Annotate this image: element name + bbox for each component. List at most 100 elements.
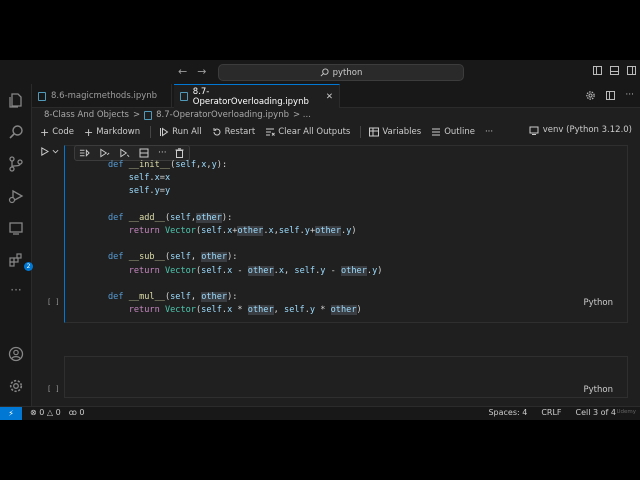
account-icon[interactable]: [6, 344, 26, 364]
editor-tabs: 8.6-magicmethods.ipynb 8.7-OperatorOverl…: [32, 84, 640, 108]
tab-magicmethods[interactable]: 8.6-magicmethods.ipynb: [32, 84, 172, 108]
remote-explorer-icon[interactable]: [6, 218, 26, 238]
tab-operatoroverloading[interactable]: 8.7-OperatorOverloading.ipynb ✕: [174, 84, 340, 108]
ports-count: 0: [79, 408, 85, 417]
warning-count: 0: [55, 408, 61, 417]
code-cell[interactable]: [ ] Python: [47, 356, 628, 398]
kernel-picker[interactable]: venv (Python 3.12.0): [529, 125, 632, 135]
problems-indicator[interactable]: ⊗ 0 △ 0: [30, 408, 61, 417]
add-code-cell-button[interactable]: + Code: [40, 126, 74, 139]
indentation-indicator[interactable]: Spaces: 4: [488, 408, 527, 417]
more-icon: ···: [484, 127, 494, 137]
ports-indicator[interactable]: ꝏ 0: [69, 408, 85, 417]
close-icon[interactable]: ✕: [326, 92, 333, 102]
outline-button[interactable]: Outline: [431, 127, 475, 137]
back-arrow-icon[interactable]: ←: [178, 65, 187, 78]
editor-actions: ···: [585, 90, 634, 101]
tab-label: 8.7-OperatorOverloading.ipynb: [192, 86, 309, 107]
toggle-secondary-sidebar-icon[interactable]: [627, 66, 636, 75]
variables-label: Variables: [382, 127, 422, 137]
search-icon: [320, 68, 329, 77]
outline-list-icon: [432, 128, 441, 136]
cell-position-indicator[interactable]: Cell 3 of 4: [576, 408, 616, 417]
split-editor-icon[interactable]: [606, 91, 616, 100]
delete-trash-icon[interactable]: [175, 148, 184, 158]
warning-icon: △: [46, 408, 54, 417]
toggle-panel-icon[interactable]: [610, 66, 619, 75]
kernel-icon: [529, 126, 539, 135]
extensions-badge: 2: [24, 262, 33, 271]
run-by-line-icon[interactable]: [79, 148, 91, 158]
execution-count: [ ]: [47, 298, 60, 306]
tab-label: 8.6-magicmethods.ipynb: [51, 91, 158, 101]
status-right: Spaces: 4 CRLF Cell 3 of 4: [488, 408, 616, 417]
clear-outputs-button[interactable]: Clear All Outputs: [265, 127, 350, 137]
error-icon: ⊗: [30, 408, 37, 417]
notebook-toolbar: + Code + Markdown Run All Restart Clear …: [32, 123, 640, 141]
more-cell-actions-icon[interactable]: ···: [158, 148, 167, 158]
breadcrumb-file[interactable]: 8.7-OperatorOverloading.ipynb: [156, 110, 289, 120]
toggle-primary-sidebar-icon[interactable]: [593, 66, 602, 75]
clear-outputs-label: Clear All Outputs: [278, 127, 351, 137]
activity-bar: 2 ···: [0, 84, 33, 406]
code-editor[interactable]: def __init__(self,x,y): self.x=x self.y=…: [108, 159, 382, 317]
run-all-button[interactable]: Run All: [159, 127, 202, 137]
extensions-icon[interactable]: 2: [6, 250, 33, 271]
run-debug-icon[interactable]: [6, 186, 26, 206]
restart-icon: [213, 128, 221, 136]
notebook-file-icon: [144, 110, 153, 120]
run-all-label: Run All: [172, 127, 202, 137]
toolbar-divider: [360, 126, 362, 138]
cell-language[interactable]: Python: [584, 385, 613, 395]
run-cell-control[interactable]: [40, 147, 59, 156]
remote-indicator-icon[interactable]: ⚡: [0, 407, 22, 420]
error-count: 0: [39, 408, 45, 417]
plus-icon: +: [40, 125, 50, 139]
chevron-down-icon[interactable]: [52, 148, 59, 155]
clear-all-icon: [266, 128, 276, 136]
breadcrumb-more[interactable]: > ...: [293, 110, 311, 120]
variables-table-icon: [369, 127, 380, 137]
execute-below-icon[interactable]: [119, 148, 130, 158]
toolbar-divider: [150, 126, 152, 138]
add-code-label: Code: [52, 127, 74, 137]
execute-above-icon[interactable]: [99, 148, 110, 158]
status-bar: ⚡ ⊗ 0 △ 0 ꝏ 0 Spaces: 4 CRLF Cell 3 of 4…: [0, 406, 640, 420]
ports-icon: ꝏ: [68, 408, 77, 417]
notebook-file-icon: [180, 92, 188, 101]
cell-language[interactable]: Python: [584, 298, 613, 308]
more-views-icon[interactable]: ···: [6, 280, 26, 300]
run-cell-icon[interactable]: [40, 147, 49, 156]
nav-arrows: ← →: [178, 65, 206, 78]
watermark: Udemy: [616, 409, 636, 415]
explorer-icon[interactable]: [6, 90, 26, 110]
add-markdown-label: Markdown: [96, 127, 141, 137]
execution-count: [ ]: [47, 385, 60, 393]
eol-indicator[interactable]: CRLF: [541, 408, 561, 417]
add-markdown-cell-button[interactable]: + Markdown: [84, 126, 140, 139]
source-control-icon[interactable]: [6, 154, 26, 174]
settings-gear-icon[interactable]: [585, 90, 596, 101]
more-toolbar-button[interactable]: ···: [485, 127, 493, 137]
command-center-search[interactable]: python: [218, 64, 464, 81]
split-cell-icon[interactable]: [139, 148, 149, 158]
settings-gear-icon[interactable]: [6, 376, 26, 396]
restart-button[interactable]: Restart: [212, 127, 256, 137]
more-actions-icon[interactable]: ···: [625, 90, 634, 101]
vscode-window: ← → python 2 ··· 8.6-magicmethods.ipynb …: [0, 60, 640, 420]
kernel-label: venv (Python 3.12.0): [542, 125, 632, 135]
breadcrumb-folder[interactable]: 8-Class And Objects: [44, 110, 129, 120]
search-text: python: [332, 67, 363, 78]
variables-button[interactable]: Variables: [369, 127, 421, 137]
notebook-file-icon: [38, 91, 46, 101]
search-icon[interactable]: [6, 122, 26, 142]
plus-icon: +: [83, 125, 94, 139]
forward-arrow-icon[interactable]: →: [197, 65, 206, 78]
restart-label: Restart: [224, 127, 256, 137]
status-left: ⊗ 0 △ 0 ꝏ 0: [30, 408, 84, 417]
layout-controls: [593, 66, 636, 75]
breadcrumb: 8-Class And Objects > 8.7-OperatorOverlo…: [32, 108, 640, 122]
breadcrumb-separator: >: [132, 110, 141, 120]
run-all-icon: [160, 127, 169, 137]
outline-label: Outline: [444, 127, 475, 137]
